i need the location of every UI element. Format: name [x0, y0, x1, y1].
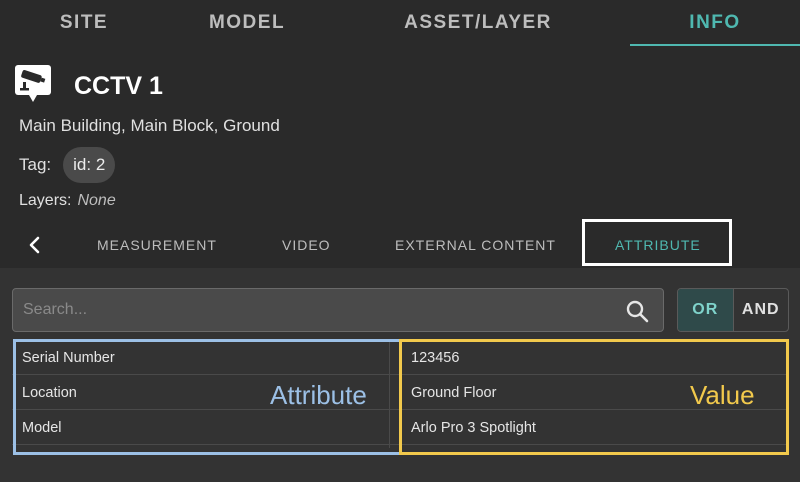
asset-title: CCTV 1	[74, 72, 163, 100]
layers-row: Layers: None	[19, 192, 116, 210]
asset-location-path: Main Building, Main Block, Ground	[19, 116, 280, 135]
tab-external-content[interactable]: EXTERNAL CONTENT	[395, 222, 556, 268]
chevron-left-icon[interactable]	[24, 234, 46, 256]
tab-asset-layer[interactable]: ASSET/LAYER	[326, 0, 630, 46]
top-tab-bar: SITE MODEL ASSET/LAYER INFO	[0, 0, 800, 46]
tag-label: Tag:	[19, 155, 52, 174]
attribute-tab-highlight	[582, 219, 732, 266]
value-annotation-label: Value	[690, 380, 755, 410]
tab-measurement[interactable]: MEASUREMENT	[97, 222, 217, 268]
attribute-annotation-label: Attribute	[270, 380, 367, 410]
tab-site[interactable]: SITE	[0, 0, 168, 46]
tab-model[interactable]: MODEL	[168, 0, 326, 46]
search-input[interactable]	[23, 289, 613, 331]
and-button[interactable]: AND	[732, 289, 789, 331]
or-and-toggle: OR AND	[677, 288, 789, 332]
or-button[interactable]: OR	[678, 289, 733, 331]
search-box	[12, 288, 664, 332]
tag-row: Tag: id: 2	[19, 147, 116, 183]
layers-label: Layers:	[19, 192, 72, 209]
tab-video[interactable]: VIDEO	[282, 222, 331, 268]
tag-chip[interactable]: id: 2	[63, 147, 116, 183]
tab-info[interactable]: INFO	[630, 0, 800, 46]
search-icon[interactable]	[625, 299, 649, 323]
cctv-camera-icon	[14, 64, 52, 102]
layers-value: None	[77, 192, 116, 209]
